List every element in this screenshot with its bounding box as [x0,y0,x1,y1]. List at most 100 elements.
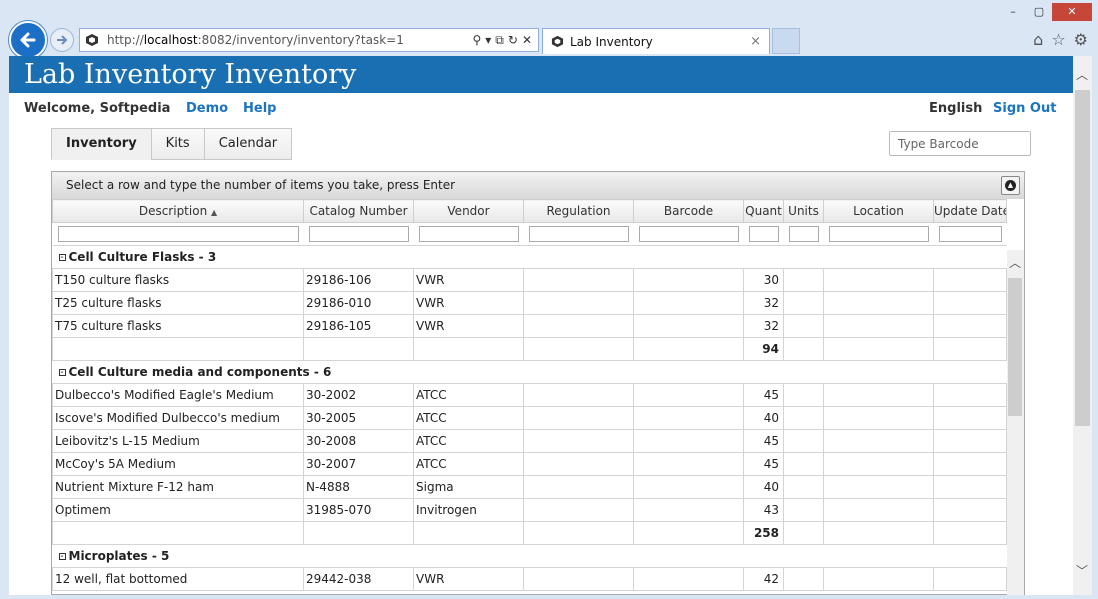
quant-cell[interactable]: 45 [743,429,784,453]
description-cell[interactable]: McCoy's 5A Medium [52,452,304,476]
barcode-cell[interactable] [633,268,744,292]
filter-quant-input[interactable] [748,226,779,242]
description-cell[interactable]: T25 culture flasks [52,291,304,315]
collapse-grid-button[interactable]: ▲ [1001,176,1020,195]
grid-scrollbar[interactable]: ︿ [1007,250,1024,595]
forward-button[interactable] [50,28,74,52]
vendor-cell[interactable]: Invitrogen [413,498,524,522]
catalog-cell[interactable]: 29186-106 [303,268,414,292]
update-date-cell[interactable] [933,498,1007,522]
table-row[interactable]: Dulbecco's Modified Eagle's Medium 30-200… [52,383,1007,407]
vendor-cell[interactable]: VWR [413,314,524,338]
barcode-cell[interactable] [633,406,744,430]
update-date-cell[interactable] [933,406,1007,430]
dropdown-icon[interactable]: ▾ [485,33,491,48]
page-scroll-thumb[interactable] [1075,90,1090,426]
home-icon[interactable]: ⌂ [1033,30,1043,49]
update-date-cell[interactable] [933,383,1007,407]
group-collapse-icon[interactable]: – [58,369,66,376]
catalog-cell[interactable]: 29186-010 [303,291,414,315]
regulation-cell[interactable] [523,268,634,292]
tab-close-icon[interactable]: × [750,34,761,49]
barcode-input[interactable] [889,131,1031,156]
table-row[interactable]: Leibovitz's L-15 Medium 30-2008 ATCC 45 [52,429,1007,453]
regulation-cell[interactable] [523,452,634,476]
page-scroll-down-icon[interactable]: ﹀ [1076,562,1088,579]
location-cell[interactable] [823,452,934,476]
group-header-row[interactable]: – Microplates - 5 [52,544,1007,568]
page-scroll-up-icon[interactable]: ︿ [1076,66,1088,83]
regulation-cell[interactable] [523,406,634,430]
barcode-cell[interactable] [633,429,744,453]
column-header-description[interactable]: Description ▲ [52,199,304,223]
table-row[interactable]: Nutrient Mixture F-12 ham N-4888 Sigma 40 [52,475,1007,499]
description-cell[interactable]: Iscove's Modified Dulbecco's medium [52,406,304,430]
catalog-cell[interactable]: 29186-105 [303,314,414,338]
quant-cell[interactable]: 45 [743,383,784,407]
location-cell[interactable] [823,475,934,499]
demo-link[interactable]: Demo [186,101,228,116]
column-header-quant[interactable]: Quant [743,199,784,223]
update-date-cell[interactable] [933,452,1007,476]
column-header-catalog[interactable]: Catalog Number [303,199,414,223]
update-date-cell[interactable] [933,291,1007,315]
catalog-cell[interactable]: 30-2007 [303,452,414,476]
location-cell[interactable] [823,567,934,591]
location-cell[interactable] [823,268,934,292]
update-date-cell[interactable] [933,429,1007,453]
quant-cell[interactable]: 43 [743,498,784,522]
table-row[interactable]: Optimem 31985-070 Invitrogen 43 [52,498,1007,522]
quant-cell[interactable]: 40 [743,475,784,499]
tab-calendar[interactable]: Calendar [203,128,293,160]
update-date-cell[interactable] [933,268,1007,292]
refresh-icon[interactable]: ↻ [508,33,518,48]
group-header-cell[interactable]: – Microplates - 5 [52,544,1007,568]
description-cell[interactable]: Nutrient Mixture F-12 ham [52,475,304,499]
vendor-cell[interactable]: VWR [413,567,524,591]
search-icon[interactable]: ⚲ [472,33,481,48]
filter-units-input[interactable] [788,226,819,242]
column-header-units[interactable]: Units [783,199,824,223]
column-header-vendor[interactable]: Vendor [413,199,524,223]
group-collapse-icon[interactable]: – [58,254,66,261]
minimize-button[interactable]: – [1000,3,1026,21]
new-tab-button[interactable] [772,28,800,54]
close-window-button[interactable]: ✕ [1052,3,1092,21]
quant-cell[interactable]: 40 [743,406,784,430]
table-row[interactable]: T25 culture flasks 29186-010 VWR 32 [52,291,1007,315]
table-row[interactable]: McCoy's 5A Medium 30-2007 ATCC 45 [52,452,1007,476]
compat-icon[interactable]: ⧉ [495,33,504,48]
location-cell[interactable] [823,498,934,522]
catalog-cell[interactable]: 29442-038 [303,567,414,591]
group-header-cell[interactable]: – Cell Culture media and components - 6 [52,360,1007,384]
maximize-button[interactable]: ▢ [1026,3,1052,21]
vendor-cell[interactable]: ATCC [413,383,524,407]
vendor-cell[interactable]: ATCC [413,429,524,453]
tab-kits[interactable]: Kits [150,128,204,160]
update-date-cell[interactable] [933,314,1007,338]
description-cell[interactable]: T150 culture flasks [52,268,304,292]
grid-scroll-thumb[interactable] [1008,278,1022,416]
catalog-cell[interactable]: 31985-070 [303,498,414,522]
barcode-cell[interactable] [633,452,744,476]
regulation-cell[interactable] [523,475,634,499]
regulation-cell[interactable] [523,314,634,338]
barcode-cell[interactable] [633,498,744,522]
barcode-cell[interactable] [633,475,744,499]
quant-cell[interactable]: 45 [743,452,784,476]
description-cell[interactable]: Leibovitz's L-15 Medium [52,429,304,453]
column-header-barcode[interactable]: Barcode [633,199,744,223]
description-cell[interactable]: Optimem [52,498,304,522]
filter-regulation-input[interactable] [528,226,629,242]
url-text[interactable]: http://localhost:8082/inventory/inventor… [107,33,472,47]
location-cell[interactable] [823,429,934,453]
filter-catalog-input[interactable] [308,226,409,242]
vendor-cell[interactable]: Sigma [413,475,524,499]
help-link[interactable]: Help [243,101,276,116]
description-cell[interactable]: T75 culture flasks [52,314,304,338]
catalog-cell[interactable]: 30-2005 [303,406,414,430]
regulation-cell[interactable] [523,567,634,591]
sign-out-link[interactable]: Sign Out [993,101,1056,116]
group-header-row[interactable]: – Cell Culture media and components - 6 [52,360,1007,384]
catalog-cell[interactable]: 30-2002 [303,383,414,407]
